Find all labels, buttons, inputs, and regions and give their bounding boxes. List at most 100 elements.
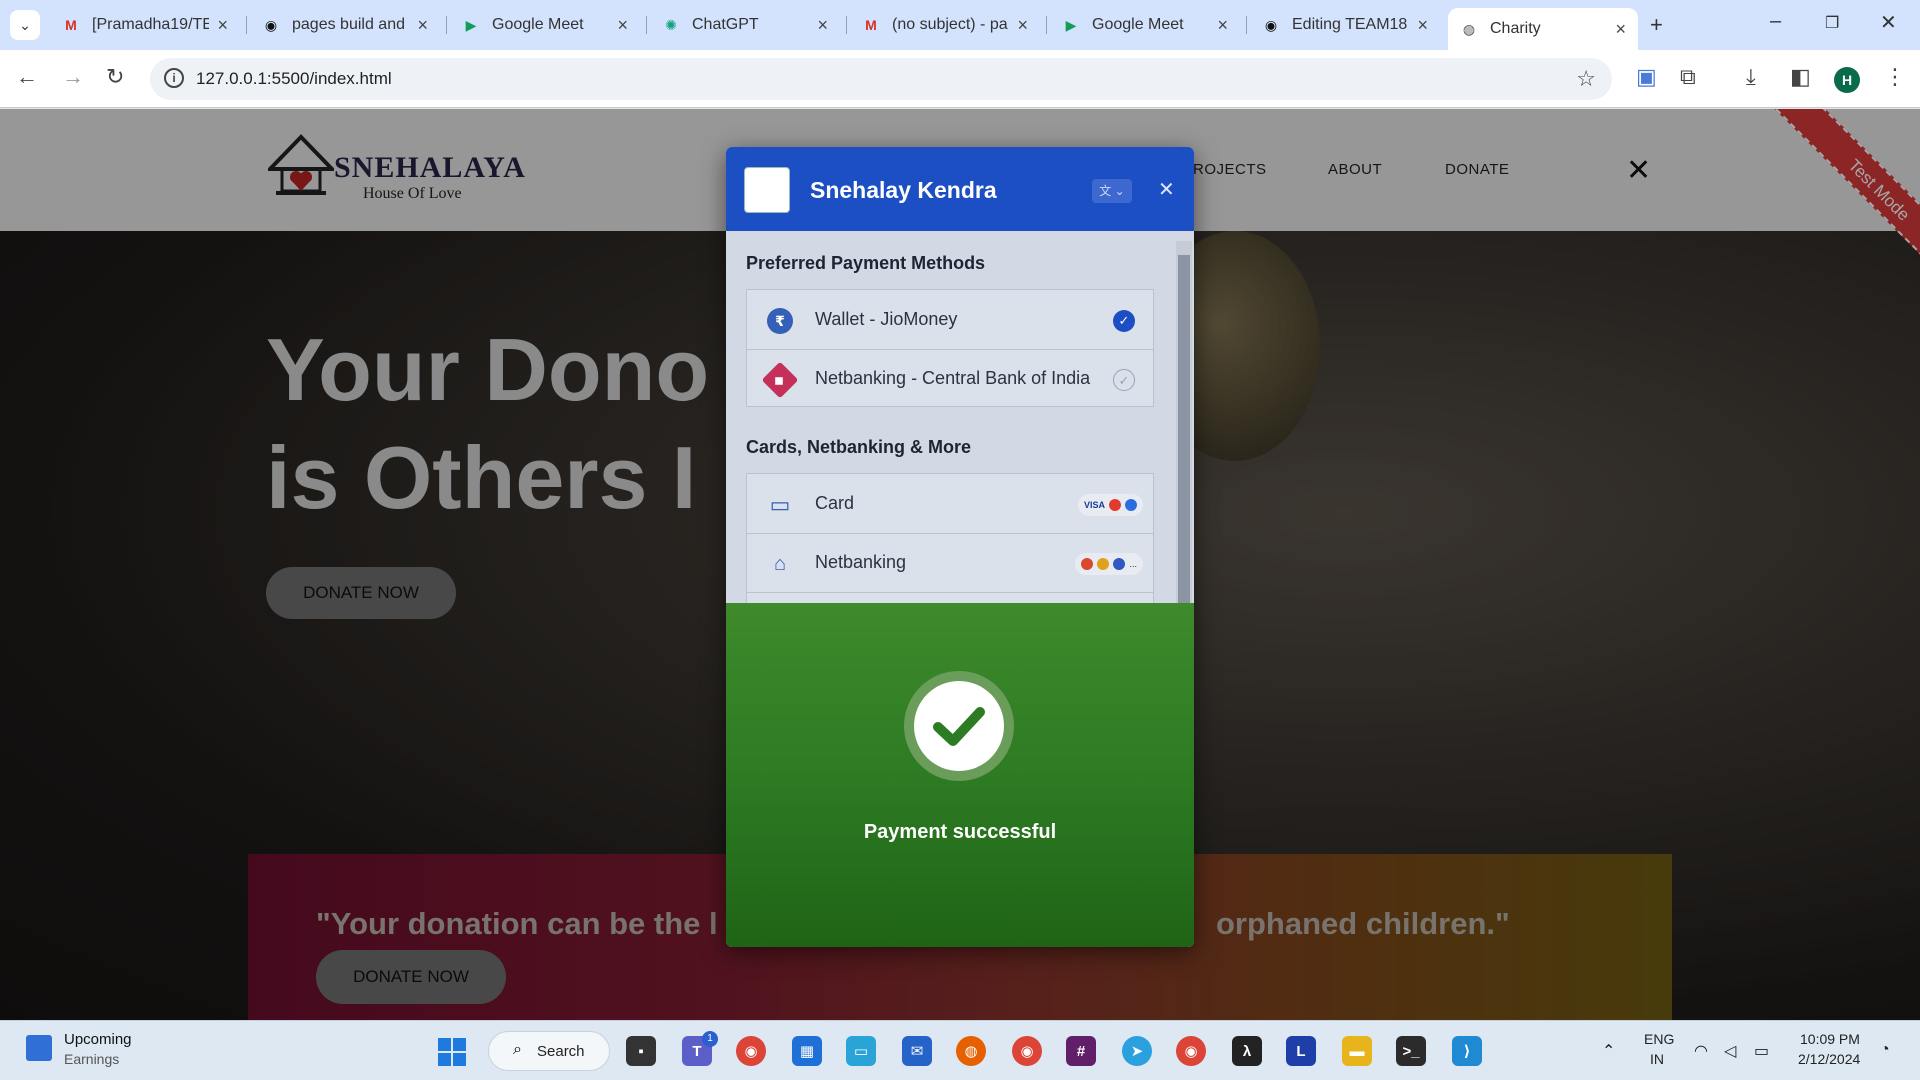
- chrome-profile-icon[interactable]: ◉: [1012, 1036, 1042, 1066]
- tab-gmail-2[interactable]: M (no subject) - pa ×: [850, 8, 1040, 42]
- modal-close-icon[interactable]: ✕: [1158, 177, 1175, 202]
- widget-subtitle[interactable]: Earnings: [64, 1051, 119, 1067]
- method-netbanking[interactable]: ⌂ Netbanking ...: [747, 533, 1153, 593]
- method-netbanking-cbi[interactable]: ◆ Netbanking - Central Bank of India ✓: [747, 349, 1153, 409]
- close-tab-icon[interactable]: ×: [217, 15, 228, 36]
- close-tab-icon[interactable]: ×: [817, 15, 828, 36]
- close-tab-icon[interactable]: ×: [617, 15, 628, 36]
- tab-charity[interactable]: ◍ Charity ×: [1448, 8, 1638, 50]
- bookmark-star-icon[interactable]: ☆: [1576, 66, 1596, 92]
- meet-icon: ▶: [1065, 16, 1077, 33]
- input-language[interactable]: ENG: [1644, 1031, 1674, 1047]
- tray-overflow-icon[interactable]: ⌃: [1602, 1041, 1615, 1061]
- unselected-check-icon: ✓: [1113, 369, 1135, 391]
- tab-github-pages[interactable]: ◉ pages build and ×: [250, 8, 440, 42]
- method-wallet-jiomoney[interactable]: ₹ Wallet - JioMoney ✓: [747, 290, 1153, 350]
- restore-icon[interactable]: ❐: [1825, 13, 1839, 33]
- merchant-logo: [744, 167, 790, 213]
- close-tab-icon[interactable]: ×: [1615, 19, 1626, 40]
- method-card[interactable]: ▭ Card VISA: [747, 474, 1153, 534]
- merchant-name: Snehalay Kendra: [810, 177, 997, 203]
- clock-date[interactable]: 2/12/2024: [1798, 1051, 1860, 1067]
- checkmark-icon: [933, 707, 985, 746]
- terminal-icon[interactable]: >_: [1396, 1036, 1426, 1066]
- tab-gmail-1[interactable]: M [Pramadha19/TE ×: [50, 8, 240, 42]
- browser-menu-icon[interactable]: ⋮: [1884, 64, 1906, 90]
- github-icon: ◉: [264, 16, 278, 33]
- more-methods-title: Cards, Netbanking & More: [746, 437, 972, 457]
- forward-arrow-icon[interactable]: →: [62, 64, 84, 90]
- site-info-icon[interactable]: i: [164, 68, 184, 88]
- close-tab-icon[interactable]: ×: [1417, 15, 1428, 36]
- payment-modal: Snehalay Kendra 文 ⌄ ✕ Preferred Payment …: [726, 147, 1194, 947]
- reload-icon[interactable]: ↻: [106, 64, 124, 90]
- tab-github-editing[interactable]: ◉ Editing TEAM18 ×: [1250, 8, 1440, 42]
- github-icon: ◉: [1264, 16, 1278, 33]
- l-app-icon[interactable]: L: [1286, 1036, 1316, 1066]
- file-explorer-icon[interactable]: ▬: [1342, 1036, 1372, 1066]
- card-network-logos: VISA: [1077, 494, 1143, 516]
- extension-translate-icon[interactable]: ▣: [1636, 64, 1657, 90]
- bank-logo-icon: ◆: [761, 361, 799, 399]
- input-region[interactable]: IN: [1650, 1051, 1664, 1067]
- gmail-icon: M: [865, 17, 877, 33]
- address-bar[interactable]: i 127.0.0.1:5500/index.html ☆: [150, 58, 1612, 100]
- tab-google-meet-2[interactable]: ▶ Google Meet ×: [1050, 8, 1240, 42]
- globe-icon: ◍: [1462, 20, 1476, 37]
- close-tab-icon[interactable]: ×: [417, 15, 428, 36]
- mail-icon[interactable]: ✉: [902, 1036, 932, 1066]
- slack-icon[interactable]: #: [1066, 1036, 1096, 1066]
- scrollbar-thumb[interactable]: [1178, 255, 1190, 603]
- widget-title[interactable]: Upcoming: [64, 1031, 132, 1048]
- dev-tool-icon[interactable]: λ: [1232, 1036, 1262, 1066]
- store-icon[interactable]: ▦: [792, 1036, 822, 1066]
- close-tab-icon[interactable]: ×: [1217, 15, 1228, 36]
- window-close-icon[interactable]: ✕: [1880, 10, 1897, 35]
- volume-icon[interactable]: ◁: [1724, 1041, 1736, 1061]
- windows-start-icon[interactable]: [438, 1038, 466, 1066]
- language-selector[interactable]: 文 ⌄: [1092, 179, 1132, 203]
- success-message: Payment successful: [863, 821, 1057, 843]
- desktop-icon[interactable]: ▭: [846, 1036, 876, 1066]
- stock-widget-icon[interactable]: [26, 1035, 52, 1061]
- taskbar-search[interactable]: ⌕ Search: [488, 1031, 610, 1071]
- task-view-icon[interactable]: ▪: [626, 1036, 656, 1066]
- extensions-puzzle-icon[interactable]: ⧉: [1680, 64, 1696, 90]
- payment-methods-panel: Preferred Payment Methods ₹ Wallet - Jio…: [726, 231, 1194, 613]
- telegram-icon[interactable]: ➤: [1122, 1036, 1152, 1066]
- browser-toolbar: ← → ↻ i 127.0.0.1:5500/index.html ☆ ▣ ⧉ …: [0, 50, 1920, 108]
- preferred-methods-card: ₹ Wallet - JioMoney ✓ ◆ Netbanking - Cen…: [746, 289, 1154, 407]
- firefox-icon[interactable]: ◍: [956, 1036, 986, 1066]
- chatgpt-icon: ✺: [665, 16, 677, 33]
- chrome-alt-icon[interactable]: ◉: [1176, 1036, 1206, 1066]
- side-panel-icon[interactable]: ◧: [1790, 64, 1811, 90]
- chrome-icon[interactable]: ◉: [736, 1036, 766, 1066]
- clock-time[interactable]: 10:09 PM: [1800, 1031, 1860, 1047]
- modal-header: Snehalay Kendra 文 ⌄ ✕: [726, 147, 1194, 231]
- new-tab-button[interactable]: +: [1650, 12, 1663, 38]
- tab-search-chevron-icon[interactable]: ⌄: [10, 10, 40, 40]
- wifi-icon[interactable]: ◠: [1694, 1041, 1708, 1061]
- close-tab-icon[interactable]: ×: [1017, 15, 1028, 36]
- success-circle: [914, 681, 1004, 771]
- notification-badge: 1: [702, 1031, 718, 1047]
- search-icon: ⌕: [513, 1041, 522, 1058]
- selected-check-icon: ✓: [1113, 310, 1135, 332]
- more-methods-card: ▭ Card VISA ⌂ Netbanking ...: [746, 473, 1154, 613]
- url-text[interactable]: 127.0.0.1:5500/index.html: [196, 69, 392, 89]
- profile-avatar[interactable]: H: [1834, 67, 1860, 93]
- rupee-wallet-icon: ₹: [767, 308, 793, 334]
- battery-icon[interactable]: ▭: [1754, 1041, 1769, 1061]
- success-ring: [904, 671, 1014, 781]
- browser-tab-strip: ⌄ M [Pramadha19/TE × ◉ pages build and ×…: [0, 0, 1920, 50]
- download-icon[interactable]: ⤓: [1746, 64, 1756, 90]
- vscode-icon[interactable]: ⟩: [1452, 1036, 1482, 1066]
- preferred-title: Preferred Payment Methods: [746, 253, 986, 273]
- bank-logos: ...: [1075, 553, 1143, 575]
- tab-google-meet-1[interactable]: ▶ Google Meet ×: [450, 8, 640, 42]
- back-arrow-icon[interactable]: ←: [16, 64, 38, 90]
- notification-bell-icon[interactable]: ◔: [1880, 1041, 1890, 1059]
- card-icon: ▭: [769, 492, 791, 517]
- tab-chatgpt[interactable]: ✺ ChatGPT ×: [650, 8, 840, 42]
- minimize-icon[interactable]: –: [1770, 10, 1781, 33]
